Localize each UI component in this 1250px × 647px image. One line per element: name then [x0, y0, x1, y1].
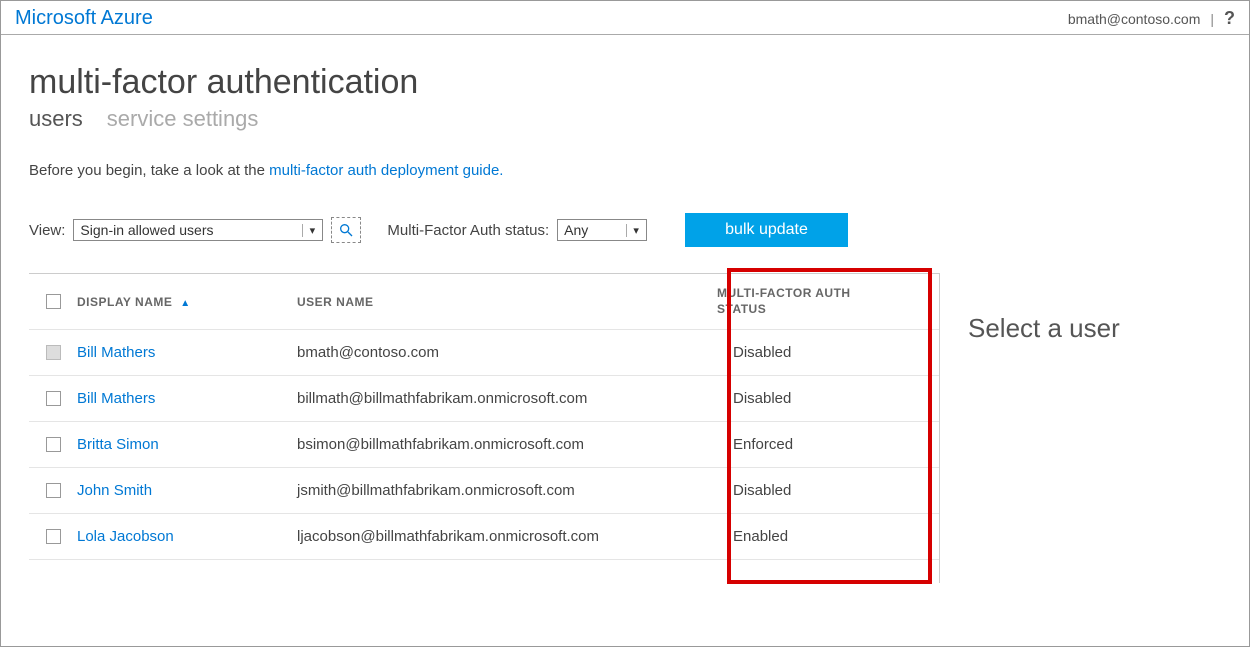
chevron-down-icon: ▾ — [626, 224, 642, 237]
row-checkbox[interactable] — [46, 391, 61, 406]
user-display-name-link[interactable]: Britta Simon — [77, 436, 159, 453]
row-checkbox[interactable] — [46, 437, 61, 452]
tab-bar: users service settings — [29, 106, 1221, 132]
mfa-status-cell: Enabled — [717, 528, 917, 545]
help-icon[interactable]: ? — [1224, 8, 1235, 29]
intro-prefix: Before you begin, take a look at the — [29, 162, 269, 179]
bulk-update-button[interactable]: bulk update — [685, 213, 848, 247]
mfa-status-cell: Disabled — [717, 390, 917, 407]
mfa-status-cell: Disabled — [717, 482, 917, 499]
tab-users[interactable]: users — [29, 106, 83, 132]
detail-panel: Select a user — [939, 273, 1221, 583]
view-label: View: — [29, 222, 65, 239]
sort-ascending-icon: ▲ — [180, 298, 190, 309]
table-row[interactable]: Lola Jacobson ljacobson@billmathfabrikam.… — [29, 514, 939, 560]
view-select[interactable]: Sign-in allowed users ▾ — [73, 219, 323, 241]
user-name-cell: bsimon@billmathfabrikam.onmicrosoft.com — [297, 436, 717, 453]
page-title: multi-factor authentication — [29, 63, 1221, 102]
mfa-status-label: Multi-Factor Auth status: — [387, 222, 549, 239]
mfa-status-select-value: Any — [564, 222, 588, 238]
search-button[interactable] — [331, 217, 361, 243]
user-name-cell: ljacobson@billmathfabrikam.onmicrosoft.c… — [297, 528, 717, 545]
signed-in-user: bmath@contoso.com — [1068, 11, 1201, 27]
search-icon — [338, 222, 354, 238]
brand-logo: Microsoft Azure — [15, 7, 153, 30]
table-row[interactable]: John Smith jsmith@billmathfabrikam.onmicr… — [29, 468, 939, 514]
filter-row: View: Sign-in allowed users ▾ Multi-Fact… — [29, 213, 1221, 247]
column-header-user-name[interactable]: USER NAME — [297, 295, 717, 309]
table-row[interactable]: Bill Mathers billmath@billmathfabrikam.on… — [29, 376, 939, 422]
select-all-checkbox[interactable] — [46, 294, 61, 309]
column-header-display-name[interactable]: DISPLAY NAME ▲ — [77, 295, 297, 309]
user-display-name-link[interactable]: Bill Mathers — [77, 390, 155, 407]
intro-text: Before you begin, take a look at the mul… — [29, 162, 1221, 179]
user-display-name-link[interactable]: John Smith — [77, 482, 152, 499]
mfa-status-select[interactable]: Any ▾ — [557, 219, 647, 241]
column-header-label: USER NAME — [297, 295, 374, 309]
view-select-value: Sign-in allowed users — [80, 222, 213, 238]
user-name-cell: jsmith@billmathfabrikam.onmicrosoft.com — [297, 482, 717, 499]
tab-service-settings[interactable]: service settings — [107, 106, 259, 132]
users-table: DISPLAY NAME ▲ USER NAME MULTI-FACTOR AU… — [29, 273, 939, 560]
column-header-mfa-status[interactable]: MULTI-FACTOR AUTH STATUS — [717, 286, 917, 317]
chevron-down-icon: ▾ — [302, 224, 318, 237]
deployment-guide-link[interactable]: multi-factor auth deployment guide. — [269, 162, 503, 179]
column-header-label: MULTI-FACTOR AUTH STATUS — [717, 286, 887, 317]
divider: | — [1210, 11, 1214, 27]
row-checkbox[interactable] — [46, 529, 61, 544]
row-checkbox[interactable] — [46, 345, 61, 360]
user-name-cell: billmath@billmathfabrikam.onmicrosoft.co… — [297, 390, 717, 407]
detail-panel-title: Select a user — [968, 313, 1221, 344]
row-checkbox[interactable] — [46, 483, 61, 498]
table-row[interactable]: Bill Mathers bmath@contoso.comDisabled — [29, 330, 939, 376]
top-bar: Microsoft Azure bmath@contoso.com | ? — [1, 1, 1249, 35]
column-header-label: DISPLAY NAME — [77, 295, 172, 309]
mfa-status-cell: Enforced — [717, 436, 917, 453]
table-row[interactable]: Britta Simon bsimon@billmathfabrikam.onmi… — [29, 422, 939, 468]
user-display-name-link[interactable]: Lola Jacobson — [77, 528, 174, 545]
mfa-status-cell: Disabled — [717, 344, 917, 361]
user-display-name-link[interactable]: Bill Mathers — [77, 344, 155, 361]
user-name-cell: bmath@contoso.com — [297, 344, 717, 361]
table-header-row: DISPLAY NAME ▲ USER NAME MULTI-FACTOR AU… — [29, 274, 939, 330]
